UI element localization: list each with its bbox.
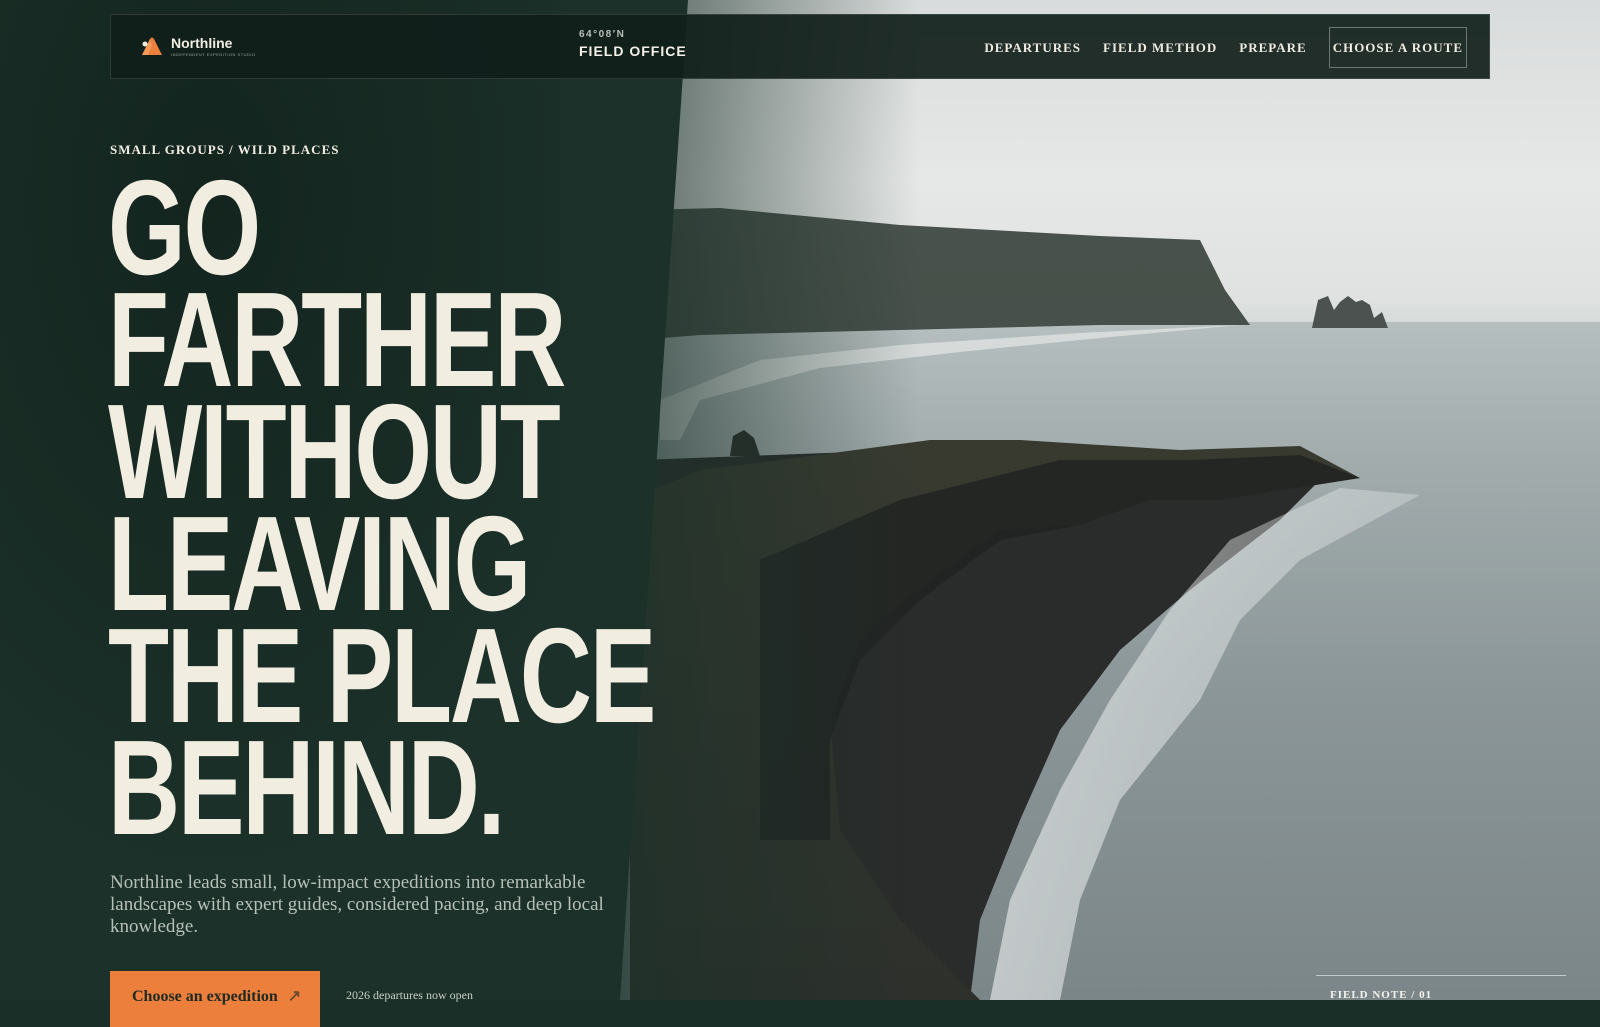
office-coordinate: 64°08′N: [579, 29, 626, 40]
office-name: FIELD OFFICE: [579, 43, 687, 59]
choose-expedition-label: Choose an expedition: [132, 988, 278, 1005]
field-office-label: 64°08′N FIELD OFFICE: [579, 29, 687, 59]
main-menu: DEPARTURES FIELD METHOD PREPARE CHOOSE A…: [984, 27, 1467, 68]
hero-description: Northline leads small, low-impact expedi…: [110, 872, 604, 937]
field-note-label[interactable]: FIELD NOTE / 01: [1330, 989, 1432, 1001]
brand-name: Northline: [171, 34, 233, 51]
hero-headline: GO FARTHER WITHOUT LEAVING THE PLACE BEH…: [108, 160, 656, 855]
arrow-right-icon: ↗: [287, 988, 302, 1005]
choose-expedition-button[interactable]: Choose an expedition ↗: [110, 971, 320, 1027]
nav-prepare[interactable]: PREPARE: [1239, 40, 1306, 56]
mountain-logo-icon: [142, 37, 162, 55]
brand-logo[interactable]: Northline INDEPENDENT EXPEDITION STUDIO: [141, 35, 256, 57]
top-navbar: Northline INDEPENDENT EXPEDITION STUDIO …: [110, 14, 1490, 79]
field-note-divider: [1316, 975, 1566, 976]
nav-departures[interactable]: DEPARTURES: [984, 40, 1081, 56]
nav-field-method[interactable]: FIELD METHOD: [1103, 40, 1217, 56]
brand-tagline: INDEPENDENT EXPEDITION STUDIO: [171, 51, 256, 57]
departures-note: 2026 departures now open: [346, 988, 473, 1002]
choose-route-button[interactable]: CHOOSE A ROUTE: [1328, 27, 1467, 68]
